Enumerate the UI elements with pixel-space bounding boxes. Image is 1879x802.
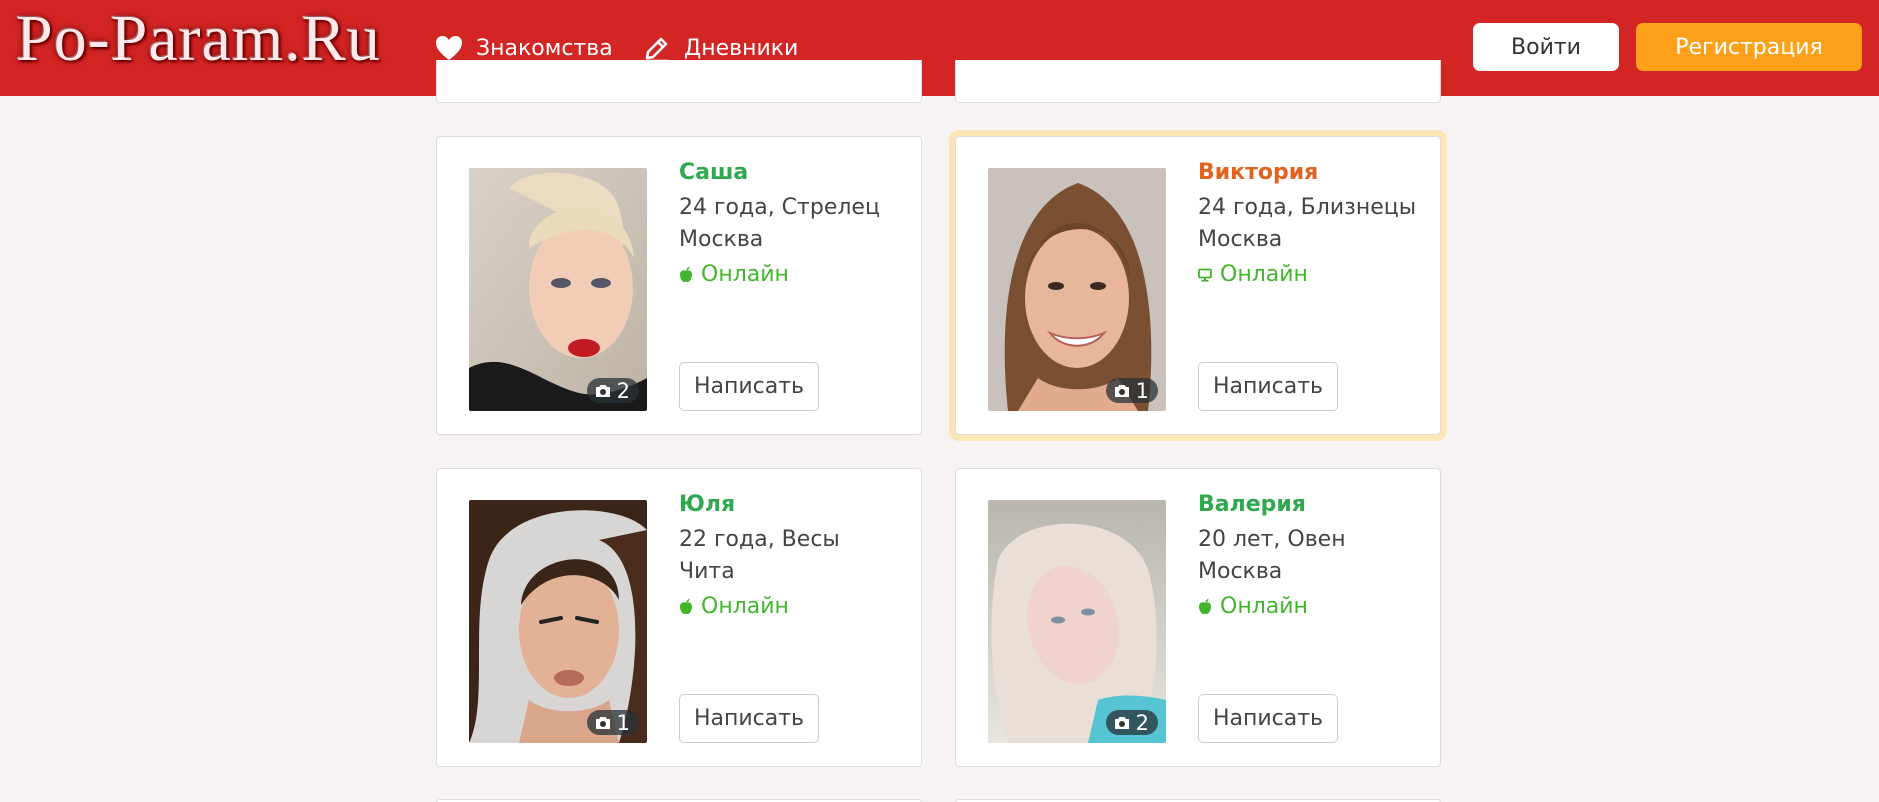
site-header: Po-Param.Ru Знакомства Дневники Войти Ре… (0, 0, 1879, 96)
profile-city: Москва (679, 227, 764, 252)
apple-icon (680, 266, 692, 283)
login-button[interactable]: Войти (1473, 23, 1619, 71)
online-status-label: Онлайн (701, 262, 789, 287)
profile-info: 24 года, Близнецы Москва (1198, 192, 1416, 256)
online-status-label: Онлайн (701, 594, 789, 619)
profile-photo[interactable]: 1 (469, 500, 647, 743)
profile-name[interactable]: Валерия (1198, 492, 1306, 517)
write-message-button[interactable]: Написать (679, 694, 819, 743)
camera-icon (1114, 716, 1129, 729)
nav-diaries-label: Дневники (684, 35, 799, 61)
heart-icon (434, 33, 464, 63)
camera-icon (595, 384, 610, 397)
online-status: Онлайн (1198, 262, 1308, 287)
online-status: Онлайн (1198, 594, 1308, 619)
online-status: Онлайн (679, 594, 789, 619)
photo-count-badge: 2 (1105, 710, 1158, 735)
photo-count: 2 (1135, 710, 1149, 735)
profile-info: 24 года, Стрелец Москва (679, 192, 880, 256)
profile-age-sign: 20 лет, Овен (1198, 527, 1346, 552)
photo-count: 2 (616, 378, 630, 403)
profile-card-partial (436, 60, 922, 103)
photo-count-badge: 1 (1105, 378, 1158, 403)
nav-dating-label: Знакомства (476, 35, 613, 61)
profile-city: Москва (1198, 227, 1283, 252)
site-logo[interactable]: Po-Param.Ru (16, 0, 381, 80)
apple-icon (680, 598, 692, 615)
profile-card[interactable]: 2 Саша 24 года, Стрелец Москва Онлайн На… (436, 136, 922, 435)
profile-city: Чита (679, 559, 735, 584)
desktop-icon (1198, 268, 1212, 282)
profile-name[interactable]: Виктория (1198, 160, 1318, 185)
write-message-button[interactable]: Написать (679, 362, 819, 411)
write-message-button[interactable]: Написать (1198, 694, 1338, 743)
profile-card-partial (955, 60, 1441, 103)
profile-age-sign: 22 года, Весы (679, 527, 840, 552)
photo-count-badge: 2 (586, 378, 639, 403)
register-button[interactable]: Регистрация (1636, 23, 1862, 71)
camera-icon (595, 716, 610, 729)
profile-photo[interactable]: 2 (469, 168, 647, 411)
profile-age-sign: 24 года, Близнецы (1198, 195, 1417, 220)
profile-card[interactable]: 1 Юля 22 года, Весы Чита Онлайн Написать (436, 468, 922, 767)
profile-card[interactable]: 1 Виктория 24 года, Близнецы Москва Онла… (955, 136, 1441, 435)
photo-count-badge: 1 (586, 710, 639, 735)
profile-card[interactable]: 2 Валерия 20 лет, Овен Москва Онлайн Нап… (955, 468, 1441, 767)
online-status-label: Онлайн (1220, 594, 1308, 619)
profile-photo[interactable]: 2 (988, 500, 1166, 743)
write-message-button[interactable]: Написать (1198, 362, 1338, 411)
profile-info: 22 года, Весы Чита (679, 524, 840, 588)
profile-age-sign: 24 года, Стрелец (679, 195, 880, 220)
profile-city: Москва (1198, 559, 1283, 584)
profile-name[interactable]: Саша (679, 160, 748, 185)
camera-icon (1114, 384, 1129, 397)
pencil-icon (642, 33, 672, 63)
photo-count: 1 (616, 710, 630, 735)
online-status: Онлайн (679, 262, 789, 287)
apple-icon (1199, 598, 1211, 615)
profile-name[interactable]: Юля (679, 492, 735, 517)
online-status-label: Онлайн (1220, 262, 1308, 287)
profile-info: 20 лет, Овен Москва (1198, 524, 1346, 588)
photo-count: 1 (1135, 378, 1149, 403)
profile-photo[interactable]: 1 (988, 168, 1166, 411)
